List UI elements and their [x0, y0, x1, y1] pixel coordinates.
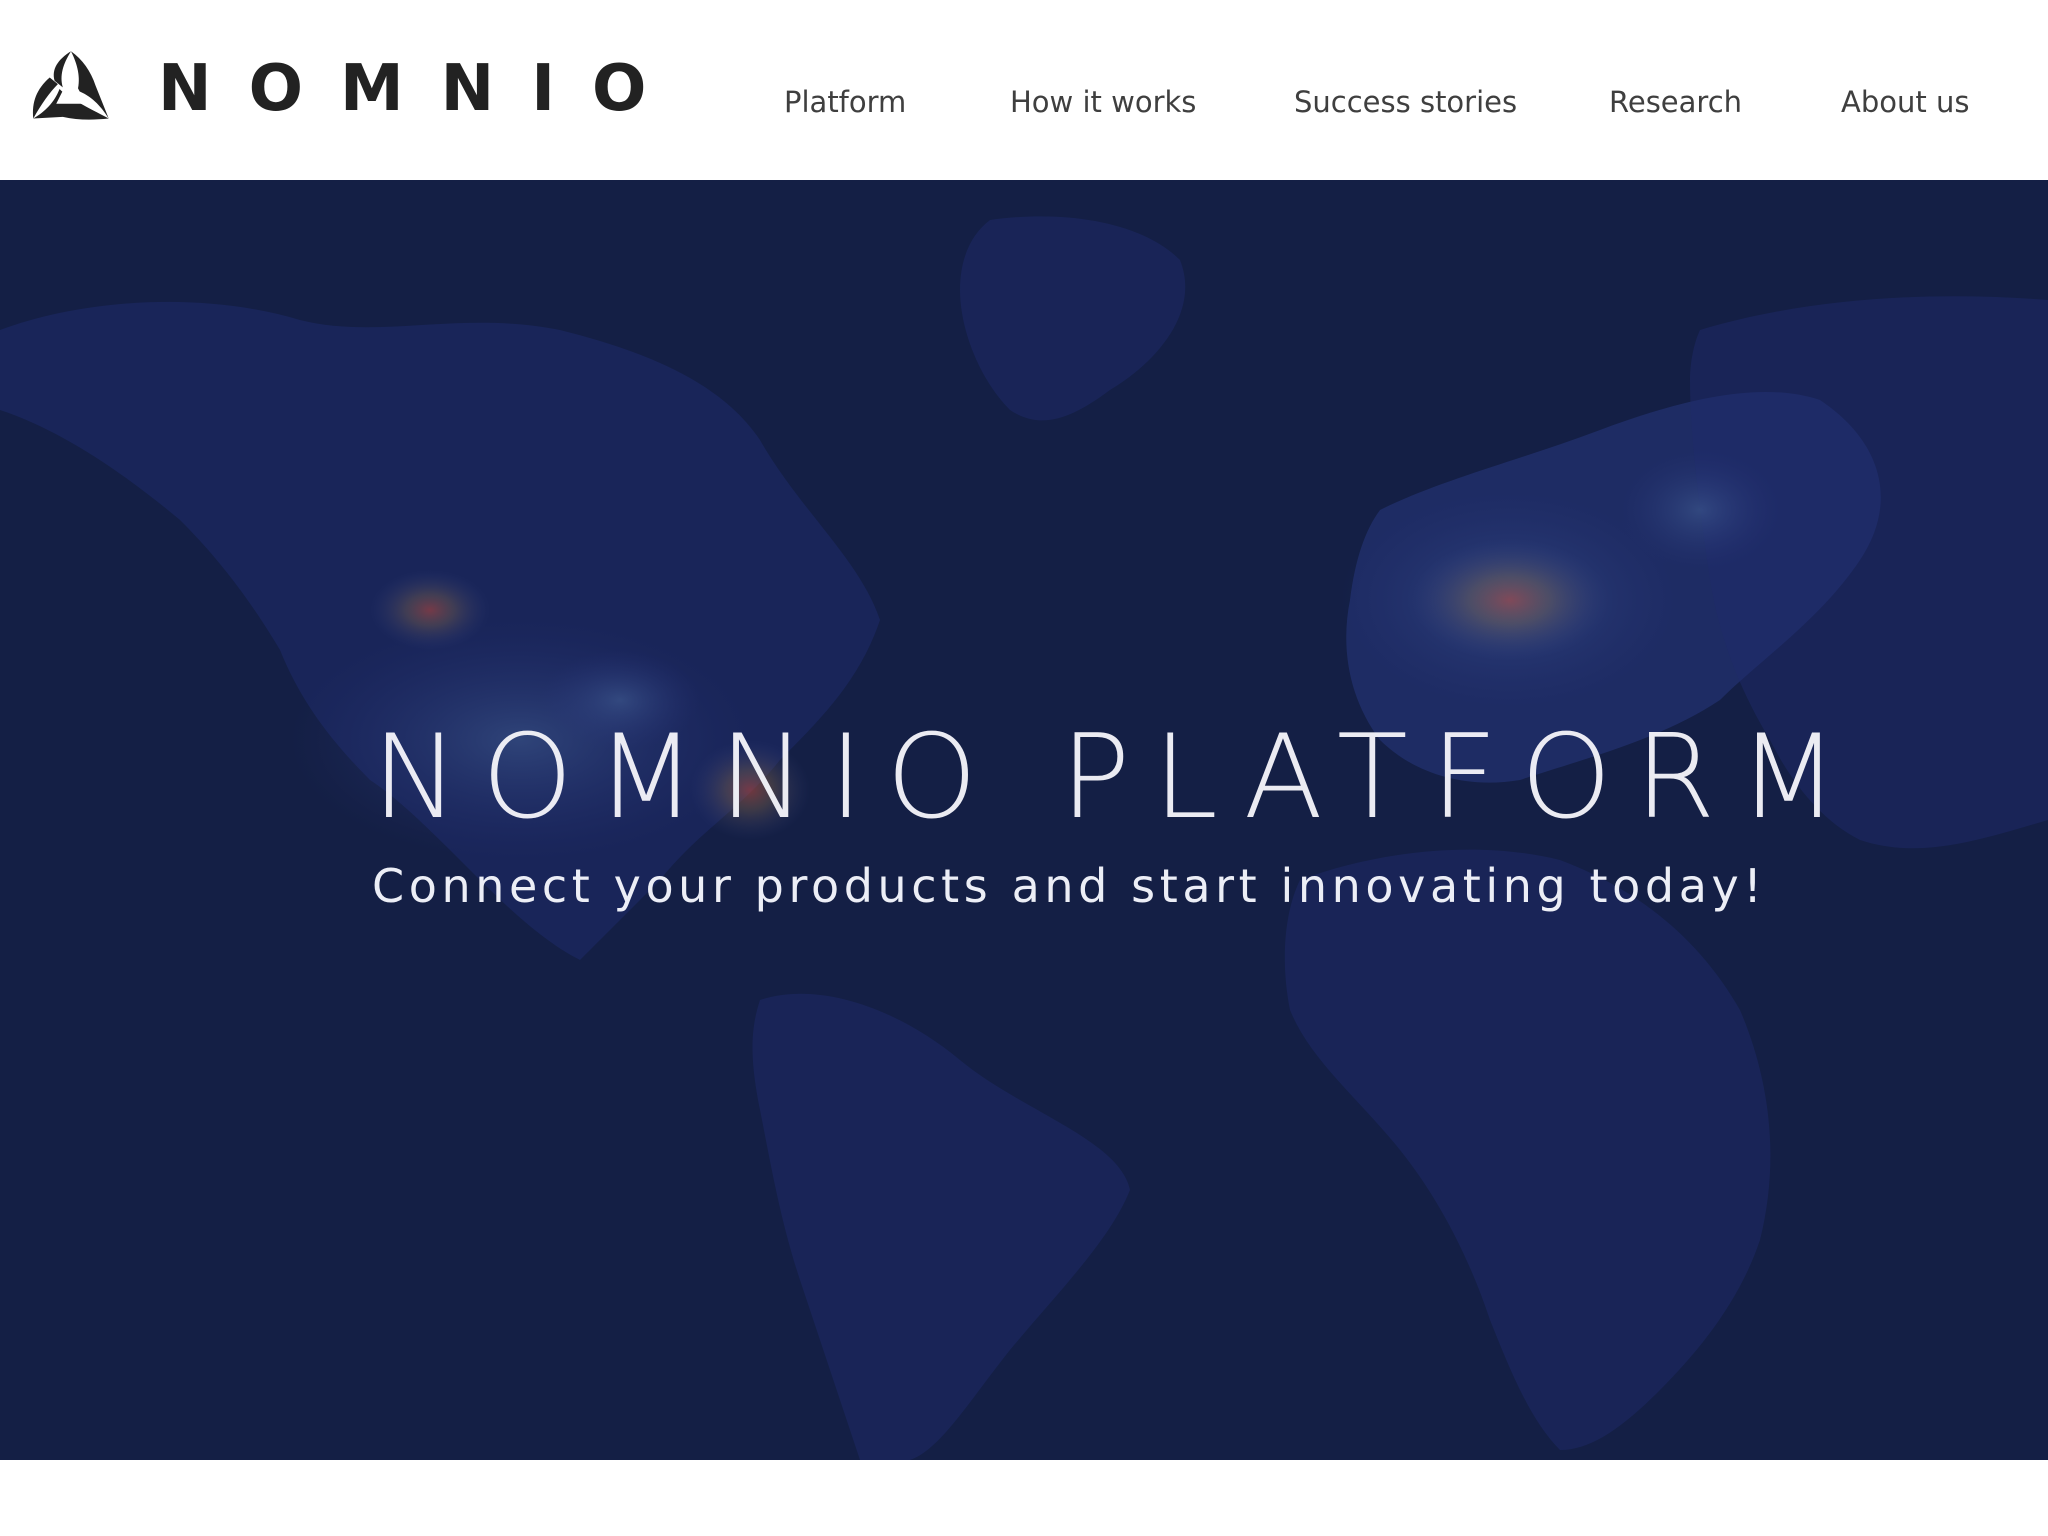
nav-item-research[interactable]: Research — [1609, 78, 1742, 126]
hero-title: NOMNIO PLATFORM — [372, 709, 1862, 845]
hero-banner: NOMNIO PLATFORM Connect your products an… — [0, 180, 2048, 1460]
page-bottom-strip — [0, 1460, 2048, 1536]
nav-item-about-us[interactable]: About us — [1841, 78, 1969, 126]
nav-item-how-it-works[interactable]: How it works — [1010, 78, 1196, 126]
hero-subtitle: Connect your products and start innovati… — [372, 859, 1767, 913]
nav-item-platform[interactable]: Platform — [784, 78, 906, 126]
nav-item-success-stories[interactable]: Success stories — [1294, 78, 1517, 126]
site-header: NOMNIO Platform How it works Success sto… — [0, 0, 2048, 180]
main-navigation: Platform How it works Success stories Re… — [0, 78, 2048, 126]
